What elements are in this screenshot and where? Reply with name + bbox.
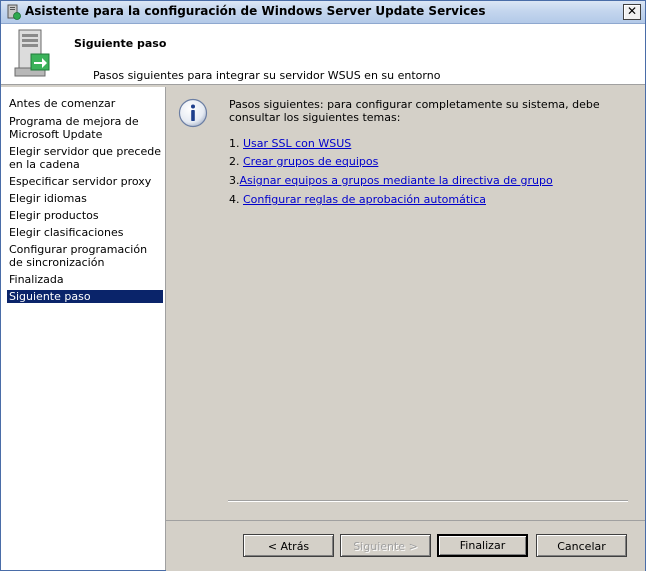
- sidebar-item-productos[interactable]: Elegir productos: [7, 209, 163, 222]
- back-button[interactable]: < Atrás: [243, 534, 334, 557]
- page-subtitle: Pasos siguientes para integrar su servid…: [93, 69, 441, 82]
- link-usar-ssl[interactable]: Usar SSL con WSUS: [243, 137, 351, 150]
- sidebar-item-antes-de-comenzar[interactable]: Antes de comenzar: [7, 97, 163, 110]
- step-number: 1.: [229, 137, 240, 150]
- close-button[interactable]: ✕: [623, 4, 641, 20]
- sidebar-item-label: Programa de mejora de Microsoft Update: [9, 115, 139, 141]
- sidebar-item-label: Elegir clasificaciones: [9, 226, 124, 239]
- sidebar-item-label: Antes de comenzar: [9, 97, 116, 110]
- window-title: Asistente para la configuración de Windo…: [25, 4, 486, 18]
- wizard-steps-sidebar: Antes de comenzar Programa de mejora de …: [1, 87, 166, 570]
- wizard-footer: < Atrás Siguiente > Finalizar Cancelar: [166, 520, 645, 571]
- sidebar-item-label: Finalizada: [9, 273, 64, 286]
- sidebar-item-sincronizacion[interactable]: Configurar programación de sincronizació…: [7, 243, 163, 269]
- sidebar-item-label: Siguiente paso: [9, 290, 91, 303]
- page-title: Siguiente paso: [74, 37, 167, 50]
- sidebar-item-servidor-precede[interactable]: Elegir servidor que precede en la cadena: [7, 145, 163, 171]
- next-button[interactable]: Siguiente >: [340, 534, 431, 557]
- step-item: 3.Asignar equipos a grupos mediante la d…: [229, 174, 553, 187]
- wizard-content: Pasos siguientes: para configurar comple…: [166, 87, 645, 519]
- link-crear-grupos[interactable]: Crear grupos de equipos: [243, 155, 378, 168]
- wizard-window: Asistente para la configuración de Windo…: [0, 0, 646, 571]
- step-number: 2.: [229, 155, 240, 168]
- finish-button[interactable]: Finalizar: [437, 534, 528, 557]
- wsus-app-icon: [7, 4, 21, 20]
- sidebar-item-programa-mejora[interactable]: Programa de mejora de Microsoft Update: [7, 115, 163, 141]
- step-number: 4.: [229, 193, 240, 206]
- link-reglas-aprobacion[interactable]: Configurar reglas de aprobación automáti…: [243, 193, 486, 206]
- title-bar[interactable]: Asistente para la configuración de Windo…: [1, 1, 645, 24]
- intro-text: Pasos siguientes: para configurar comple…: [229, 98, 600, 124]
- cancel-button[interactable]: Cancelar: [536, 534, 627, 557]
- sidebar-item-label: Especificar servidor proxy: [9, 175, 152, 188]
- sidebar-item-finalizada[interactable]: Finalizada: [7, 273, 163, 286]
- sidebar-item-siguiente-paso[interactable]: Siguiente paso: [7, 290, 163, 303]
- sidebar-item-label: Elegir productos: [9, 209, 99, 222]
- close-icon: ✕: [627, 4, 638, 18]
- step-number: 3.: [229, 174, 240, 187]
- sidebar-item-servidor-proxy[interactable]: Especificar servidor proxy: [7, 175, 163, 188]
- step-item: 1. Usar SSL con WSUS: [229, 137, 351, 150]
- sidebar-item-label: Elegir servidor que precede en la cadena: [9, 145, 161, 171]
- sidebar-item-label: Configurar programación de sincronizació…: [9, 243, 148, 269]
- info-icon: [178, 98, 208, 128]
- sidebar-item-label: Elegir idiomas: [9, 192, 87, 205]
- step-item: 2. Crear grupos de equipos: [229, 155, 378, 168]
- link-asignar-equipos[interactable]: Asignar equipos a grupos mediante la dir…: [240, 174, 553, 187]
- sidebar-item-clasificaciones[interactable]: Elegir clasificaciones: [7, 226, 163, 239]
- step-item: 4. Configurar reglas de aprobación autom…: [229, 193, 486, 206]
- content-divider: [228, 500, 628, 502]
- server-setup-icon: [14, 29, 50, 77]
- wizard-header: Siguiente paso Pasos siguientes para int…: [1, 24, 645, 85]
- sidebar-item-idiomas[interactable]: Elegir idiomas: [7, 192, 163, 205]
